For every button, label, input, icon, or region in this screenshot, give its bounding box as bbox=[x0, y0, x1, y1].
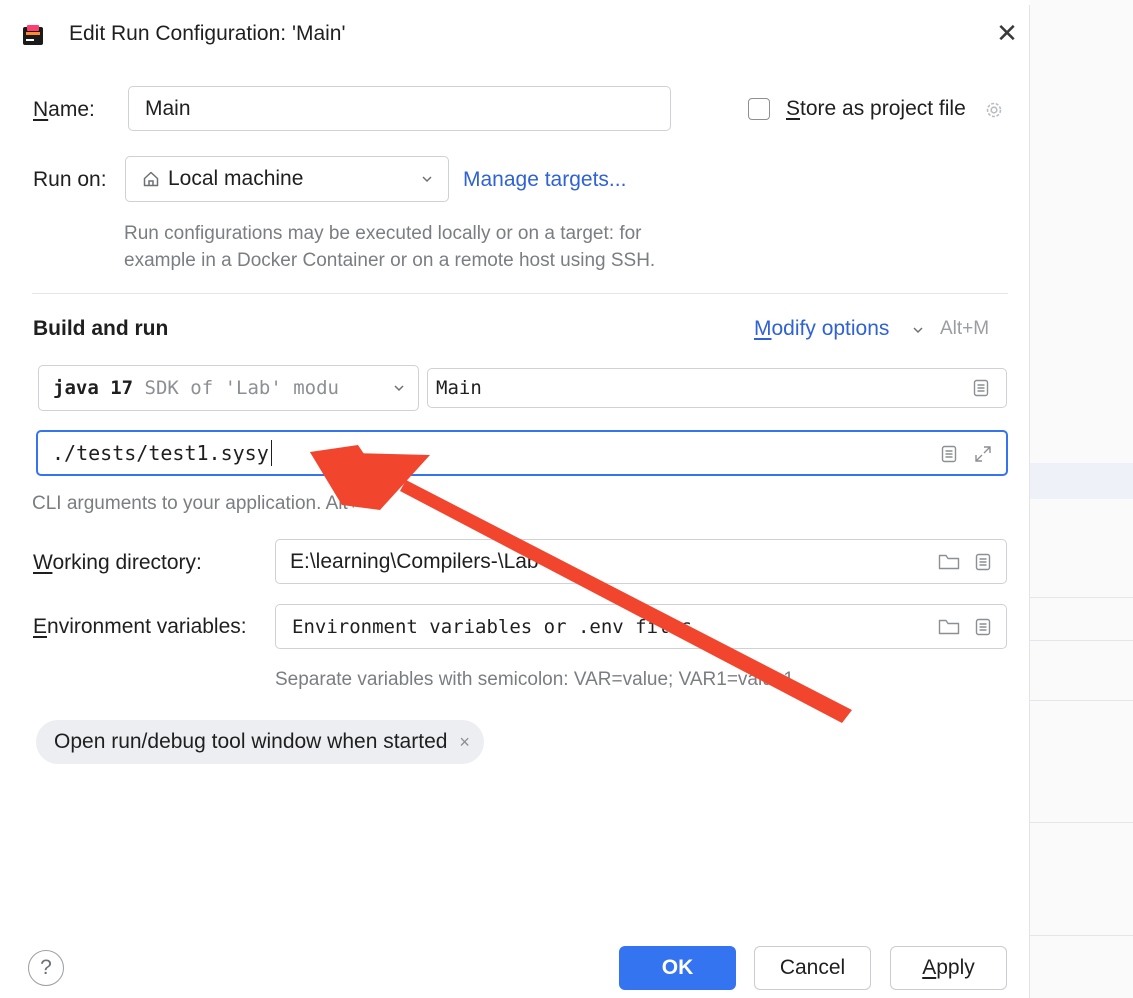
background-divider bbox=[1030, 700, 1133, 701]
store-label-rest: tore as project file bbox=[800, 97, 966, 120]
environment-variables-field[interactable]: Environment variables or .env files bbox=[275, 604, 1007, 649]
chevron-down-icon bbox=[392, 381, 406, 395]
list-icon[interactable] bbox=[972, 551, 994, 573]
name-mnemonic: N bbox=[33, 98, 49, 121]
background-divider bbox=[1030, 822, 1133, 823]
run-on-value: Local machine bbox=[168, 167, 304, 190]
jdk-module: SDK of 'Lab' modu bbox=[133, 377, 339, 399]
working-label-rest: orking directory: bbox=[52, 551, 202, 574]
ok-button[interactable]: OK bbox=[619, 946, 736, 990]
apply-label-rest: pply bbox=[936, 956, 975, 979]
run-on-label: Run on: bbox=[33, 168, 107, 191]
apply-button[interactable]: Apply bbox=[890, 946, 1007, 990]
name-value: Main bbox=[145, 96, 191, 120]
folder-icon[interactable] bbox=[938, 551, 960, 573]
environment-label-rest: nvironment variables: bbox=[47, 615, 247, 638]
environment-variables-placeholder: Environment variables or .env files bbox=[292, 615, 693, 638]
environment-mnemonic: E bbox=[33, 615, 48, 638]
modify-options-link[interactable]: Modify options bbox=[754, 317, 889, 341]
modify-options-shortcut: Alt+M bbox=[940, 318, 990, 339]
chevron-down-icon bbox=[420, 172, 434, 186]
run-on-hint-line2: example in a Docker Container or on a re… bbox=[124, 250, 656, 271]
environment-variables-hint: Separate variables with semicolon: VAR=v… bbox=[275, 669, 794, 690]
help-icon: ? bbox=[40, 956, 52, 979]
store-as-project-label[interactable]: Store as project file bbox=[786, 97, 966, 121]
intellij-app-icon bbox=[21, 23, 45, 47]
manage-targets-link[interactable]: Manage targets... bbox=[463, 168, 626, 192]
jdk-version: java 17 bbox=[53, 377, 134, 399]
open-tool-window-option-chip[interactable]: Open run/debug tool window when started … bbox=[36, 720, 484, 764]
working-directory-field[interactable]: E:\learning\Compilers-\Lab bbox=[275, 539, 1007, 584]
background-divider bbox=[1030, 640, 1133, 641]
folder-icon[interactable] bbox=[938, 616, 960, 638]
text-caret bbox=[270, 440, 273, 466]
chip-label: Open run/debug tool window when started bbox=[54, 730, 448, 753]
background-divider bbox=[1030, 935, 1133, 936]
working-directory-value: E:\learning\Compilers-\Lab bbox=[290, 549, 539, 573]
close-icon: ✕ bbox=[996, 17, 1018, 48]
build-and-run-title: Build and run bbox=[33, 317, 169, 340]
run-configuration-dialog: Edit Run Configuration: 'Main' ✕ Name: M… bbox=[7, 5, 1030, 998]
main-class-field[interactable]: Main bbox=[427, 368, 1007, 408]
run-on-hint: Run configurations may be executed local… bbox=[124, 220, 764, 274]
main-class-value: Main bbox=[436, 377, 482, 399]
environment-variables-label: Environment variables: bbox=[33, 615, 247, 639]
list-icon[interactable] bbox=[972, 616, 994, 638]
modify-mnemonic: M bbox=[754, 317, 772, 340]
expand-icon[interactable] bbox=[972, 443, 994, 465]
program-arguments-hint: CLI arguments to your application. Alt+ bbox=[32, 493, 359, 514]
cancel-button[interactable]: Cancel bbox=[754, 946, 871, 990]
store-as-project-checkbox[interactable] bbox=[748, 98, 770, 120]
close-button[interactable]: ✕ bbox=[993, 17, 1021, 48]
modify-options-rest: odify options bbox=[771, 317, 890, 340]
name-label: Name: bbox=[33, 98, 95, 122]
list-icon[interactable] bbox=[970, 377, 992, 399]
working-directory-label: Working directory: bbox=[33, 551, 202, 575]
background-highlight-row bbox=[1030, 463, 1133, 499]
background-divider bbox=[1030, 597, 1133, 598]
program-arguments-value: ./tests/test1.sysy bbox=[52, 441, 269, 465]
list-icon[interactable] bbox=[938, 443, 960, 465]
jdk-value: java 17 SDK of 'Lab' modu bbox=[53, 377, 339, 399]
working-mnemonic: W bbox=[33, 551, 53, 574]
run-on-hint-line1: Run configurations may be executed local… bbox=[124, 223, 642, 244]
jdk-dropdown[interactable]: java 17 SDK of 'Lab' modu bbox=[38, 365, 419, 411]
dialog-title: Edit Run Configuration: 'Main' bbox=[69, 22, 346, 45]
section-divider bbox=[32, 293, 1008, 294]
remove-chip-icon[interactable]: × bbox=[459, 732, 470, 753]
program-arguments-field[interactable]: ./tests/test1.sysy bbox=[36, 430, 1008, 476]
background-window bbox=[1030, 0, 1133, 998]
gear-icon[interactable] bbox=[983, 99, 1005, 121]
home-icon bbox=[142, 170, 160, 188]
chevron-down-icon[interactable] bbox=[911, 323, 925, 342]
help-button[interactable]: ? bbox=[28, 950, 64, 986]
name-label-rest: ame: bbox=[48, 98, 95, 121]
apply-mnemonic: A bbox=[922, 956, 937, 979]
name-field[interactable]: Main bbox=[128, 86, 671, 131]
run-on-dropdown[interactable]: Local machine bbox=[125, 156, 449, 202]
store-mnemonic: S bbox=[786, 97, 801, 120]
